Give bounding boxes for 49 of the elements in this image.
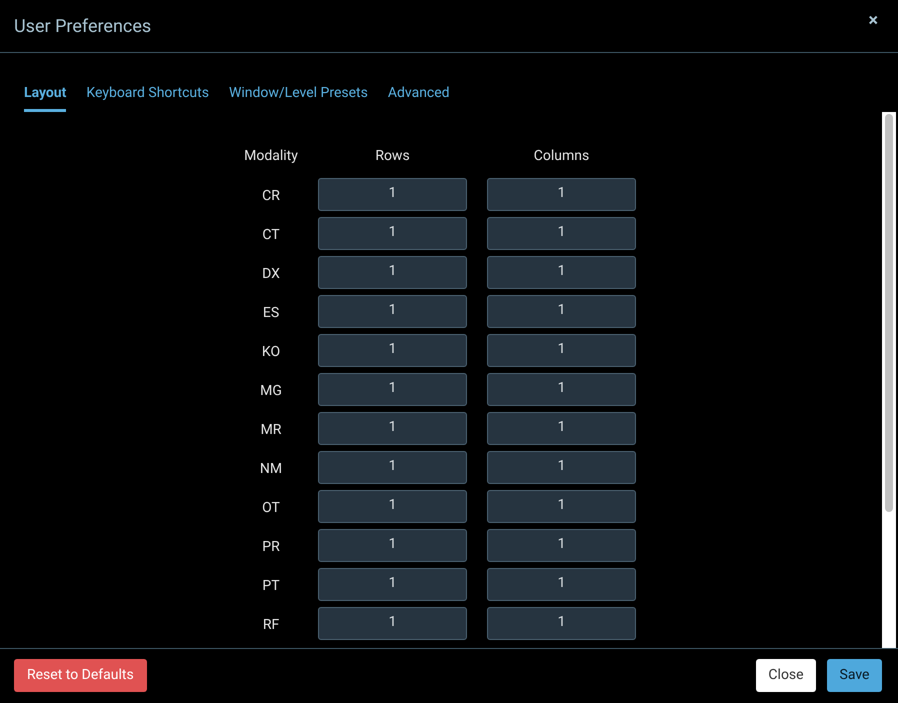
- rows-input[interactable]: 1: [318, 334, 467, 367]
- modality-label: CT: [261, 226, 281, 245]
- columns-input[interactable]: 1: [487, 568, 636, 601]
- modality-label: MR: [260, 421, 282, 440]
- rows-input[interactable]: 1: [318, 490, 467, 523]
- modality-label: PT: [261, 577, 281, 596]
- modality-label: MG: [259, 382, 283, 401]
- rows-input[interactable]: 1: [318, 217, 467, 250]
- rows-input[interactable]: 1: [318, 295, 467, 328]
- rows-input[interactable]: 1: [318, 529, 467, 562]
- columns-input[interactable]: 1: [487, 529, 636, 562]
- modality-label: ES: [262, 304, 280, 323]
- tab[interactable]: Layout: [24, 79, 66, 112]
- modality-label: KO: [260, 343, 282, 362]
- reset-to-defaults-button[interactable]: Reset to Defaults: [14, 658, 147, 692]
- modality-label: OT: [261, 499, 281, 518]
- column-header: Rows: [374, 146, 411, 166]
- tab[interactable]: Keyboard Shortcuts: [86, 79, 209, 112]
- column-header: Columns: [532, 146, 590, 166]
- dialog-title: User Preferences: [14, 14, 152, 38]
- rows-input[interactable]: 1: [318, 373, 467, 406]
- tab[interactable]: Advanced: [388, 79, 450, 112]
- save-button[interactable]: Save: [827, 658, 882, 692]
- columns-input[interactable]: 1: [487, 295, 636, 328]
- columns-input[interactable]: 1: [487, 373, 636, 406]
- column-header: Modality: [243, 146, 299, 166]
- columns-input[interactable]: 1: [487, 217, 636, 250]
- columns-input[interactable]: 1: [487, 490, 636, 523]
- rows-input[interactable]: 1: [318, 256, 467, 289]
- modality-label: PR: [261, 538, 281, 557]
- modality-label: NM: [258, 460, 284, 479]
- rows-input[interactable]: 1: [318, 412, 467, 445]
- rows-input[interactable]: 1: [318, 568, 467, 601]
- tab[interactable]: Window/Level Presets: [228, 79, 368, 112]
- columns-input[interactable]: 1: [487, 334, 636, 367]
- columns-input[interactable]: 1: [487, 451, 636, 484]
- modality-label: CR: [261, 187, 281, 206]
- rows-input[interactable]: 1: [318, 178, 467, 211]
- scrollbar-thumb[interactable]: [885, 114, 893, 512]
- columns-input[interactable]: 1: [487, 607, 636, 640]
- rows-input[interactable]: 1: [318, 607, 467, 640]
- modality-label: DX: [261, 265, 281, 284]
- close-button[interactable]: Close: [756, 658, 816, 692]
- columns-input[interactable]: 1: [487, 256, 636, 289]
- columns-input[interactable]: 1: [487, 412, 636, 445]
- scrollbar[interactable]: [882, 112, 896, 648]
- columns-input[interactable]: 1: [487, 178, 636, 211]
- rows-input[interactable]: 1: [318, 451, 467, 484]
- modality-label: RF: [262, 616, 280, 635]
